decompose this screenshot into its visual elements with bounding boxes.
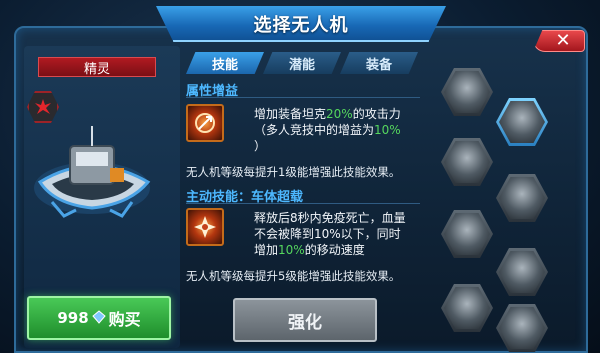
diamond-icon — [91, 309, 106, 328]
close-icon: ✕ — [555, 30, 571, 51]
active-skill-icon — [186, 208, 224, 246]
buy-price: 998 — [57, 309, 89, 327]
buy-label: 购买 — [108, 310, 141, 329]
divider — [186, 97, 420, 98]
buy-button[interactable]: 998 购买 — [27, 296, 171, 340]
active-percent: 10% — [278, 243, 305, 257]
passive-percent: 20% — [326, 107, 353, 121]
active-skill-note: 无人机等级每提升5级能增强此技能效果。 — [186, 269, 401, 283]
passive-desc-text: 的攻击力 — [352, 107, 401, 121]
active-desc-text: 增加 — [254, 243, 279, 257]
passive-desc-text: （多人竞技中的增益为 — [254, 123, 375, 137]
upgrade-button[interactable]: 强化 — [233, 298, 377, 342]
passive-skill-icon — [186, 104, 224, 142]
passive-desc-text: ） — [254, 139, 267, 153]
active-skill-description: 释放后8秒内免疫死亡，血量 不会被降到10%以下，同时 增加10%的移动速度 — [254, 210, 426, 258]
tab-skills[interactable]: 技能 — [186, 52, 264, 74]
drone-name: 精灵 — [38, 57, 156, 77]
active-desc-line: 释放后8秒内免疫死亡，血量 — [254, 211, 406, 225]
active-desc-line: 不会被降到10%以下，同时 — [254, 227, 401, 241]
passive-skill-note: 无人机等级每提升1级能增强此技能效果。 — [186, 165, 401, 179]
tab-equipment[interactable]: 装备 — [340, 52, 418, 74]
title-banner: 选择无人机 — [156, 6, 446, 42]
tab-potential[interactable]: 潜能 — [263, 52, 341, 74]
passive-skill-description: 增加装备坦克20%的攻击力 （多人竞技中的增益为10% ） — [254, 106, 424, 154]
dialog-title: 选择无人机 — [253, 15, 349, 36]
passive-pvp-percent: 10% — [374, 123, 401, 137]
drone-model-image — [30, 120, 160, 230]
active-desc-text: 的移动速度 — [304, 243, 365, 257]
passive-desc-text: 增加装备坦克 — [254, 107, 327, 121]
divider — [186, 203, 420, 204]
